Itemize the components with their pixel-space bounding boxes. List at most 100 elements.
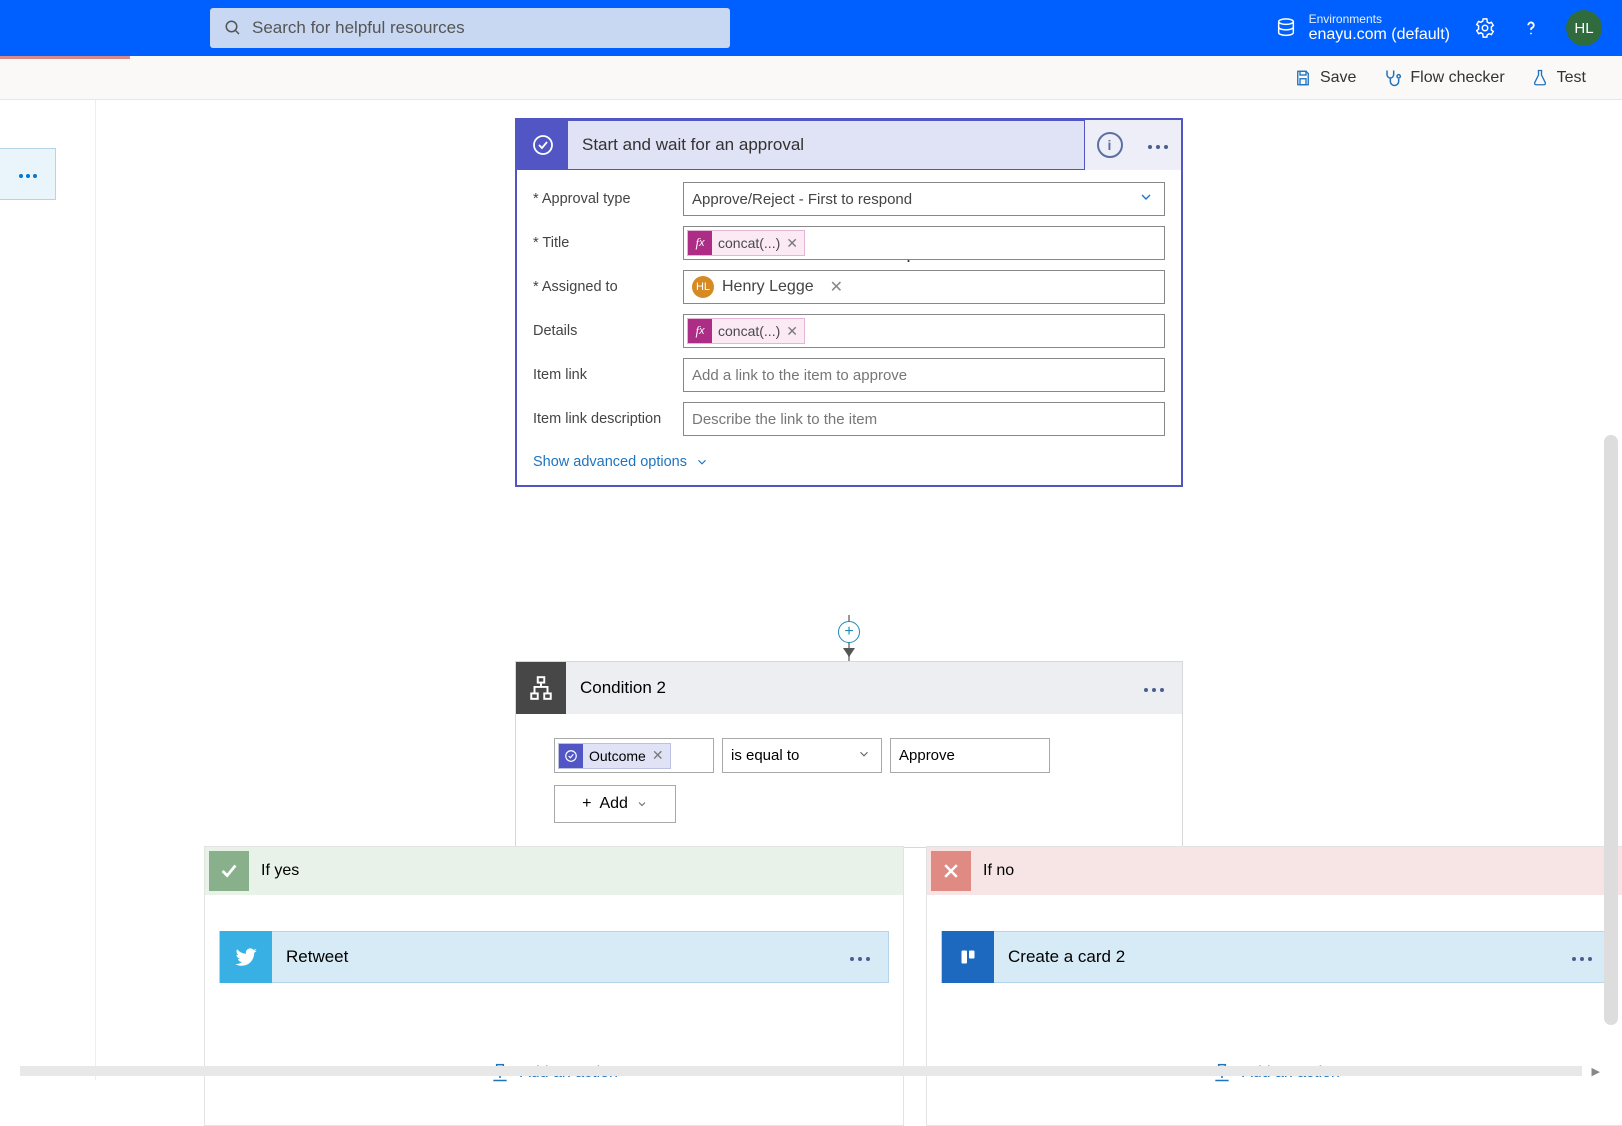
approval-type-value: Approve/Reject - First to respond	[692, 191, 912, 208]
condition-icon	[516, 662, 566, 714]
item-link-desc-input[interactable]: Describe the link to the item	[683, 402, 1165, 436]
command-bar: Save Flow checker Test	[0, 56, 1622, 100]
settings-button[interactable]	[1474, 17, 1496, 39]
gear-icon	[1474, 17, 1496, 39]
if-yes-label: If yes	[253, 862, 299, 880]
test-button[interactable]: Test	[1531, 69, 1586, 87]
condition-right-operand[interactable]: Approve	[890, 738, 1050, 773]
title-field[interactable]: fx concat(...) ✕	[683, 226, 1165, 260]
left-rail	[0, 100, 70, 1080]
check-icon	[209, 851, 249, 891]
outcome-label: Outcome	[589, 748, 646, 764]
title-label: * Title	[533, 235, 683, 251]
chevron-down-icon	[1138, 189, 1154, 209]
trello-action-card[interactable]: Create a card 2	[941, 931, 1611, 983]
approval-type-select[interactable]: Approve/Reject - First to respond	[683, 182, 1165, 216]
help-button[interactable]	[1520, 17, 1542, 39]
approval-title: Start and wait for an approval	[568, 135, 804, 155]
retweet-menu-button[interactable]	[848, 948, 888, 966]
database-icon	[1275, 17, 1297, 39]
item-link-desc-placeholder: Describe the link to the item	[692, 411, 877, 428]
flow-checker-button[interactable]: Flow checker	[1382, 68, 1504, 88]
details-label: Details	[533, 323, 683, 339]
condition-operator-select[interactable]: is equal to	[722, 738, 882, 773]
arrow-down-icon	[843, 648, 855, 657]
tab-active-indicator	[0, 56, 130, 59]
flow-canvas: Start and wait for an approval i I * App…	[0, 100, 1622, 1080]
twitter-icon	[220, 931, 272, 983]
trello-icon	[942, 931, 994, 983]
remove-token-button[interactable]: ✕	[652, 747, 664, 764]
approval-card-header[interactable]: Start and wait for an approval i	[517, 120, 1181, 170]
add-condition-button[interactable]: + Add	[554, 785, 676, 823]
if-no-header: If no	[927, 847, 1622, 895]
item-link-placeholder: Add a link to the item to approve	[692, 367, 907, 384]
approval-card-body: I * Approval type Approve/Reject - First…	[517, 170, 1181, 485]
x-icon	[931, 851, 971, 891]
remove-token-button[interactable]: ✕	[786, 323, 798, 340]
remove-token-button[interactable]: ✕	[786, 235, 798, 252]
item-link-label: Item link	[533, 367, 683, 383]
assigned-to-label: * Assigned to	[533, 279, 683, 295]
header-right: Environments enayu.com (default) HL	[1275, 10, 1602, 46]
condition-value: Approve	[899, 747, 955, 764]
retweet-action-card[interactable]: Retweet	[219, 931, 889, 983]
advanced-label: Show advanced options	[533, 454, 687, 470]
operator-value: is equal to	[731, 747, 799, 764]
retweet-title: Retweet	[272, 947, 848, 967]
horizontal-scrollbar[interactable]	[20, 1066, 1582, 1076]
chevron-down-icon	[695, 455, 709, 469]
details-field[interactable]: fx concat(...) ✕	[683, 314, 1165, 348]
if-yes-branch: If yes Retweet Add an action	[204, 846, 904, 1126]
condition-left-operand[interactable]: Outcome ✕	[554, 738, 714, 773]
token-text: concat(...)	[718, 235, 780, 251]
app-header: Environments enayu.com (default) HL	[0, 0, 1622, 56]
expression-token[interactable]: fx concat(...) ✕	[687, 318, 805, 344]
chevron-down-icon	[857, 747, 871, 765]
search-input[interactable]	[252, 18, 716, 38]
scroll-right-arrow-icon[interactable]: ▶	[1592, 1065, 1600, 1078]
approval-mini-icon	[559, 744, 583, 768]
add-step-button[interactable]: +	[838, 621, 860, 643]
flow-checker-label: Flow checker	[1410, 69, 1504, 87]
item-link-input[interactable]: Add a link to the item to approve	[683, 358, 1165, 392]
approval-action-card: Start and wait for an approval i I * App…	[515, 118, 1183, 487]
outcome-token[interactable]: Outcome ✕	[558, 743, 671, 769]
environment-picker[interactable]: Environments enayu.com (default)	[1275, 13, 1450, 44]
condition-header[interactable]: Condition 2	[516, 662, 1182, 714]
token-text: concat(...)	[718, 323, 780, 339]
env-label: Environments	[1309, 13, 1450, 26]
search-icon	[224, 19, 242, 37]
save-icon	[1294, 69, 1312, 87]
item-link-desc-label: Item link description	[533, 411, 683, 427]
add-label: Add	[599, 795, 627, 813]
chevron-down-icon	[636, 798, 648, 810]
save-button[interactable]: Save	[1294, 69, 1356, 87]
vertical-scrollbar[interactable]	[1604, 435, 1618, 1025]
approval-type-label: * Approval type	[533, 191, 683, 207]
if-yes-header: If yes	[205, 847, 903, 895]
user-avatar[interactable]: HL	[1566, 10, 1602, 46]
person-name: Henry Legge	[722, 278, 814, 296]
approval-icon	[518, 121, 568, 169]
save-label: Save	[1320, 69, 1356, 87]
fx-icon: fx	[688, 231, 712, 255]
person-chip: HL Henry Legge ✕	[692, 276, 843, 298]
global-search[interactable]	[210, 8, 730, 48]
person-avatar-icon: HL	[692, 276, 714, 298]
assigned-to-field[interactable]: HL Henry Legge ✕	[683, 270, 1165, 304]
condition-menu-button[interactable]	[1142, 679, 1182, 697]
expression-token[interactable]: fx concat(...) ✕	[687, 230, 805, 256]
condition-card: Condition 2 Outcome ✕	[515, 661, 1183, 848]
remove-person-button[interactable]: ✕	[830, 277, 843, 297]
collapsed-trigger-card[interactable]	[0, 148, 56, 200]
help-icon	[1520, 17, 1542, 39]
test-label: Test	[1557, 69, 1586, 87]
show-advanced-button[interactable]: Show advanced options	[533, 454, 709, 470]
info-button[interactable]: i	[1097, 132, 1123, 158]
flow-designer[interactable]: Start and wait for an approval i I * App…	[95, 100, 1602, 1080]
flask-icon	[1531, 69, 1549, 87]
condition-title: Condition 2	[566, 678, 1142, 698]
approval-menu-button[interactable]	[1146, 136, 1170, 154]
plus-icon: +	[582, 795, 591, 813]
